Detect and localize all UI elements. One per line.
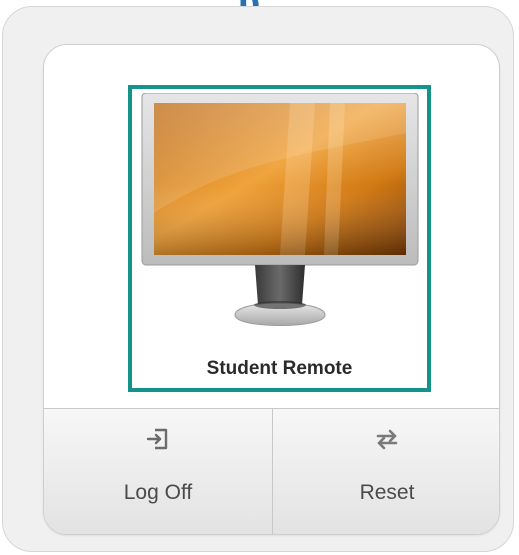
reset-label: Reset: [359, 481, 415, 504]
monitor-icon: [141, 93, 419, 326]
log-off-icon: [146, 428, 168, 450]
log-off-button[interactable]: Log Off: [44, 409, 272, 534]
desktop-actions-bar: Log Off Reset: [44, 408, 499, 534]
desktop-name-label: Student Remote: [206, 358, 353, 379]
desktop-tile-student-remote[interactable]: Student Remote: [128, 85, 431, 392]
desktop-panel: Student Remote Log Off Reset: [2, 6, 514, 552]
reset-arrows-icon: [376, 429, 398, 450]
desktop-card: Student Remote Log Off Reset: [43, 44, 500, 535]
reset-button[interactable]: Reset: [272, 409, 499, 534]
log-off-label: Log Off: [123, 481, 193, 504]
